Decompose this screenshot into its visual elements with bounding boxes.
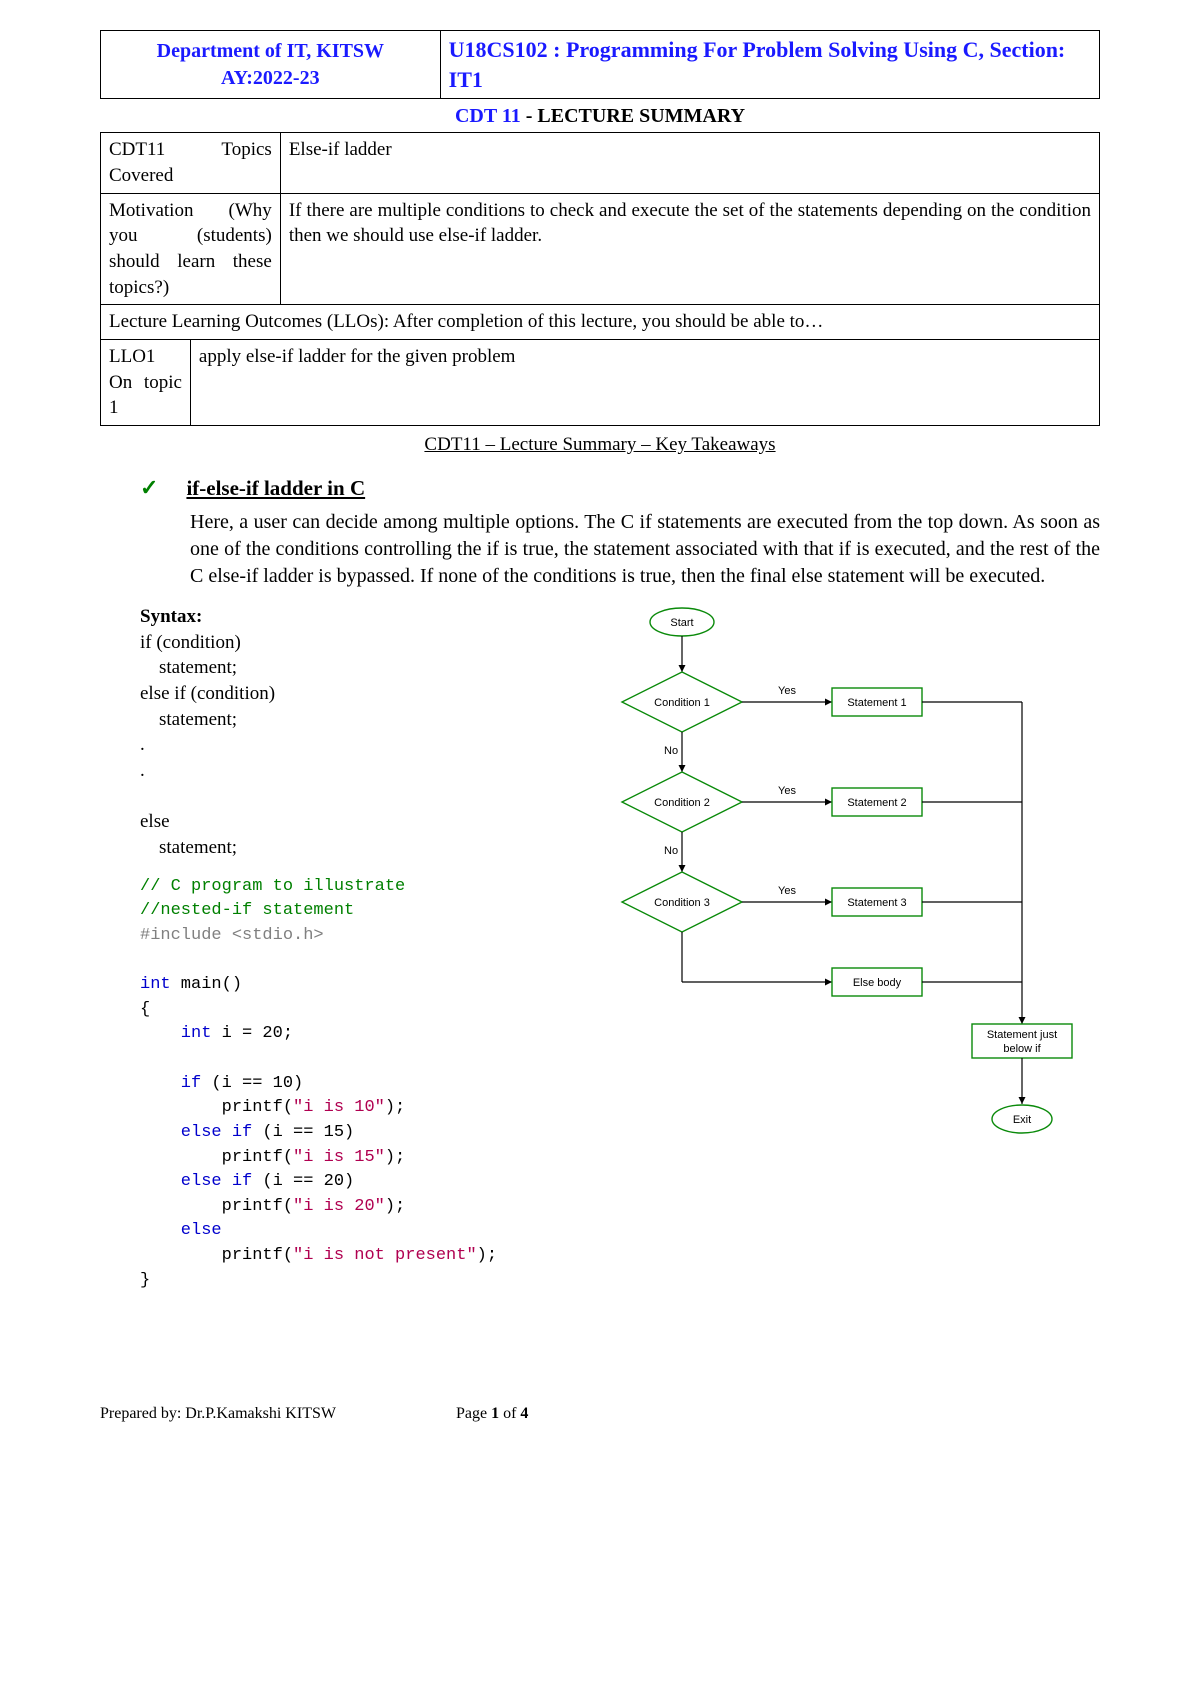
footer: Prepared by: Dr.P.Kamakshi KITSW Page 1 … xyxy=(100,1403,1100,1425)
printf3a: printf( xyxy=(140,1197,293,1216)
flowchart-svg: Start Condition 1 Yes Statement 1 No Con… xyxy=(592,604,1112,1204)
flow-start: Start xyxy=(670,617,693,629)
motivation-label: Motivation (Why you (students) should le… xyxy=(101,193,281,305)
code-include: #include <stdio.h> xyxy=(140,926,324,945)
content-body: ✓ if-else-if ladder in C Here, a user ca… xyxy=(100,473,1100,1293)
flow-c1: Condition 1 xyxy=(654,697,710,709)
syntax-flow-row: Syntax: if (condition) statement; else i… xyxy=(140,604,1100,1293)
flow-no1: No xyxy=(664,745,678,757)
flow-c3: Condition 3 xyxy=(654,897,710,909)
flowchart-column: Start Condition 1 Yes Statement 1 No Con… xyxy=(592,604,1112,1204)
flow-exit: Exit xyxy=(1012,1114,1030,1126)
flow-yes1: Yes xyxy=(778,685,796,697)
info-table: CDT11 Topics Covered Else-if ladder Moti… xyxy=(100,132,1100,339)
code-block: // C program to illustrate //nested-if s… xyxy=(140,875,582,1294)
elif2-cond: (i == 20) xyxy=(252,1172,354,1191)
header-dept: Department of IT, KITSW AY:2022-23 xyxy=(101,31,441,99)
footer-page: Page 1 of 4 xyxy=(456,1403,528,1425)
flow-else: Else body xyxy=(852,977,901,989)
topic-paragraph: Here, a user can decide among multiple o… xyxy=(190,509,1100,590)
kw-else: else xyxy=(140,1221,222,1240)
code-comment-1: // C program to illustrate xyxy=(140,877,405,896)
flow-stmt-below-l1: Statement just xyxy=(986,1029,1056,1041)
if-cond: (i == 10) xyxy=(201,1074,303,1093)
lecture-title: CDT 11 - LECTURE SUMMARY xyxy=(100,103,1100,130)
flow-stmt-below-l2: below if xyxy=(1003,1043,1041,1055)
syntax-label: Syntax: xyxy=(140,604,582,630)
kw-int-main: int xyxy=(140,975,171,994)
llo1-label: LLO1 On topic 1 xyxy=(101,339,191,425)
key-takeaways-heading: CDT11 – Lecture Summary – Key Takeaways xyxy=(100,432,1100,458)
elif1-cond: (i == 15) xyxy=(252,1123,354,1142)
footer-prepared: Prepared by: Dr.P.Kamakshi KITSW xyxy=(100,1403,336,1425)
printf1b: ); xyxy=(385,1098,405,1117)
lbrace: { xyxy=(140,1000,150,1019)
llo1-value: apply else-if ladder for the given probl… xyxy=(190,339,1099,425)
kw-int-decl: int xyxy=(140,1024,211,1043)
printf2b: ); xyxy=(385,1148,405,1167)
printf4a: printf( xyxy=(140,1246,293,1265)
llo-table: LLO1 On topic 1 apply else-if ladder for… xyxy=(100,339,1100,426)
kw-if: if xyxy=(140,1074,201,1093)
left-column: Syntax: if (condition) statement; else i… xyxy=(140,604,582,1293)
printf3b: ); xyxy=(385,1197,405,1216)
dept-line2: AY:2022-23 xyxy=(221,67,320,89)
str1: "i is 10" xyxy=(293,1098,385,1117)
syntax-block: if (condition) statement; else if (condi… xyxy=(140,630,582,861)
lecture-title-rest: - LECTURE SUMMARY xyxy=(521,105,745,127)
topics-value: Else-if ladder xyxy=(280,133,1099,193)
flow-c2: Condition 2 xyxy=(654,797,710,809)
printf1a: printf( xyxy=(140,1098,293,1117)
topics-label: CDT11 Topics Covered xyxy=(101,133,281,193)
kw-elif2: else if xyxy=(140,1172,252,1191)
printf2a: printf( xyxy=(140,1148,293,1167)
llo-intro: Lecture Learning Outcomes (LLOs): After … xyxy=(101,305,1100,340)
flow-s1: Statement 1 xyxy=(847,697,906,709)
flow-s2: Statement 2 xyxy=(847,797,906,809)
flow-yes3: Yes xyxy=(778,885,796,897)
motivation-value: If there are multiple conditions to chec… xyxy=(280,193,1099,305)
code-comment-2: //nested-if statement xyxy=(140,901,354,920)
decl-rest: i = 20; xyxy=(211,1024,293,1043)
flow-no2: No xyxy=(664,845,678,857)
str3: "i is 20" xyxy=(293,1197,385,1216)
topic-title: if-else-if ladder in C xyxy=(186,474,365,502)
str2: "i is 15" xyxy=(293,1148,385,1167)
topic-row: ✓ if-else-if ladder in C xyxy=(140,473,1100,503)
header-table: Department of IT, KITSW AY:2022-23 U18CS… xyxy=(100,30,1100,99)
flow-yes2: Yes xyxy=(778,785,796,797)
flow-s3: Statement 3 xyxy=(847,897,906,909)
main-sig: main() xyxy=(171,975,242,994)
check-icon: ✓ xyxy=(140,473,158,503)
rbrace: } xyxy=(140,1271,150,1290)
header-course: U18CS102 : Programming For Problem Solvi… xyxy=(440,31,1099,99)
kw-elif1: else if xyxy=(140,1123,252,1142)
dept-line1: Department of IT, KITSW xyxy=(157,40,384,62)
printf4b: ); xyxy=(477,1246,497,1265)
lecture-title-code: CDT 11 xyxy=(455,105,521,127)
str4: "i is not present" xyxy=(293,1246,477,1265)
